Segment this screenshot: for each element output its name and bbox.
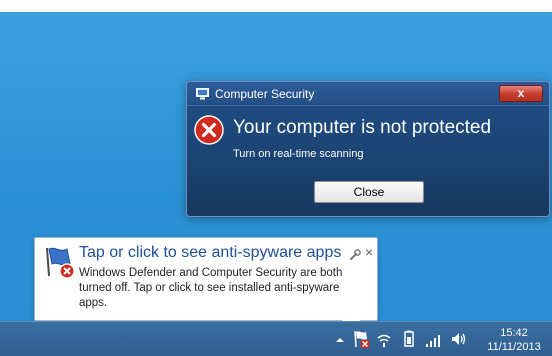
top-strip — [0, 0, 552, 12]
signal-icon[interactable] — [425, 332, 443, 348]
balloon-message: Windows Defender and Computer Security a… — [79, 267, 343, 309]
action-center-flag-icon — [46, 247, 75, 279]
error-icon — [194, 115, 224, 145]
computer-icon — [196, 88, 209, 100]
wrench-icon[interactable] — [348, 248, 362, 262]
dialog-close-button[interactable]: x — [499, 85, 543, 102]
close-button[interactable]: Close — [314, 181, 424, 203]
clock[interactable]: 15:42 11/11/2013 — [478, 326, 550, 354]
clock-date: 11/11/2013 — [487, 341, 541, 353]
taskbar: 15:42 11/11/2013 — [0, 321, 552, 356]
battery-icon[interactable] — [401, 330, 417, 348]
balloon-title[interactable]: Tap or click to see anti-spyware apps — [79, 244, 341, 262]
dialog-title: Computer Security — [215, 87, 315, 101]
network-icon[interactable] — [376, 332, 392, 348]
volume-icon[interactable] — [450, 330, 468, 348]
balloon-close-icon[interactable]: × — [363, 244, 375, 260]
notification-balloon[interactable]: Tap or click to see anti-spyware apps Wi… — [34, 237, 378, 321]
action-center-flag-icon[interactable] — [352, 329, 370, 349]
close-icon: x — [517, 86, 525, 100]
security-dialog: Computer Security x Your computer is not… — [186, 81, 550, 217]
dialog-titlebar[interactable]: Computer Security x — [187, 82, 549, 106]
chevron-up-icon[interactable] — [334, 334, 346, 346]
dialog-subtext: Turn on real-time scanning — [233, 148, 364, 160]
clock-time: 15:42 — [500, 327, 528, 339]
dialog-heading: Your computer is not protected — [233, 117, 492, 138]
